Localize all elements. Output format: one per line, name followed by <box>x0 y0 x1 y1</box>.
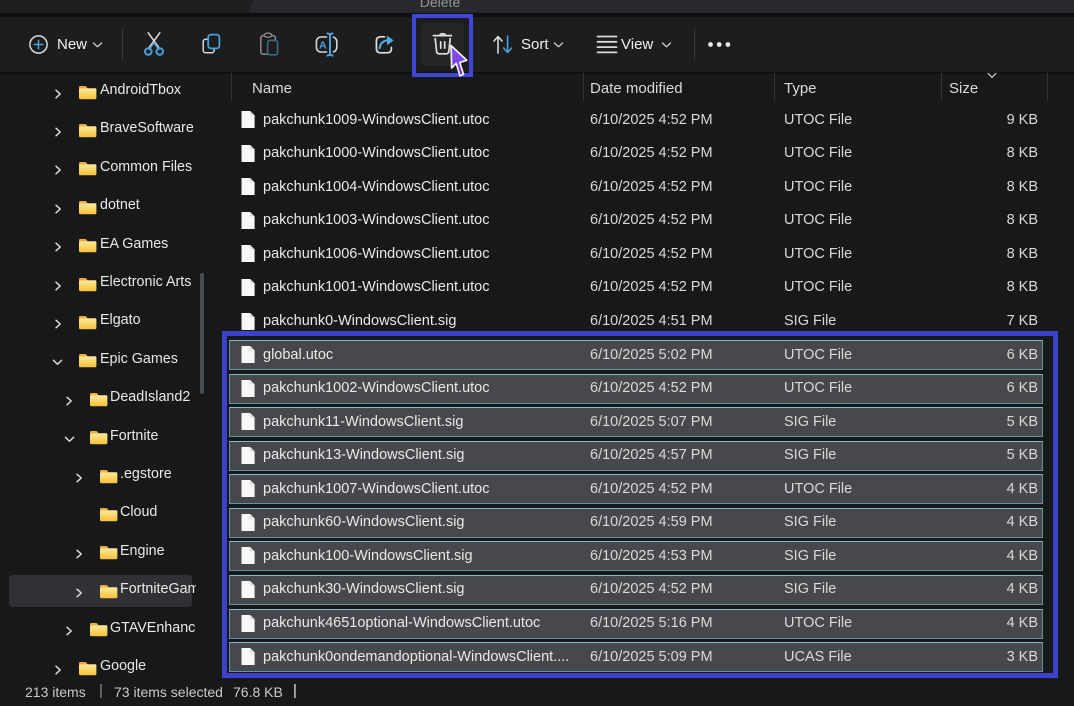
svg-text:A: A <box>319 39 327 51</box>
